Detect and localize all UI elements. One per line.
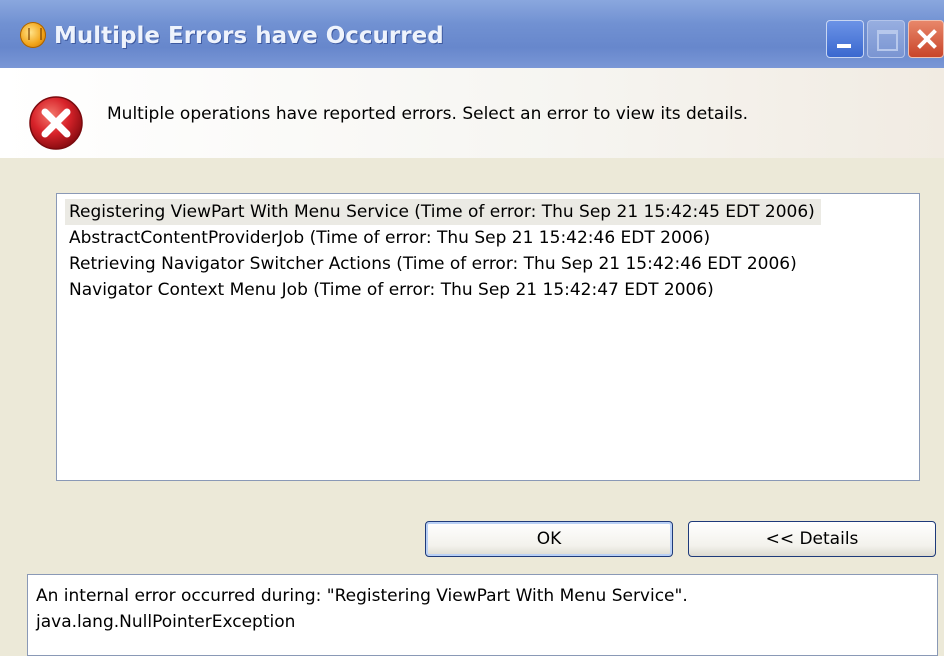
- error-list-item[interactable]: AbstractContentProviderJob (Time of erro…: [65, 225, 919, 251]
- maximize-button[interactable]: [867, 20, 905, 58]
- minimize-button[interactable]: [826, 20, 864, 58]
- error-icon: [29, 96, 83, 150]
- eclipse-icon: [20, 22, 46, 48]
- error-list-item[interactable]: Navigator Context Menu Job (Time of erro…: [65, 277, 919, 303]
- details-line: An internal error occurred during: "Regi…: [36, 586, 688, 606]
- error-list[interactable]: Registering ViewPart With Menu Service (…: [56, 193, 920, 481]
- window-title: Multiple Errors have Occurred: [54, 23, 444, 49]
- ok-button[interactable]: OK: [425, 521, 673, 557]
- error-details-text[interactable]: An internal error occurred during: "Regi…: [27, 574, 938, 656]
- details-toggle-button[interactable]: << Details: [688, 521, 936, 557]
- error-list-item[interactable]: Retrieving Navigator Switcher Actions (T…: [65, 251, 919, 277]
- error-list-item[interactable]: Registering ViewPart With Menu Service (…: [65, 199, 821, 225]
- details-line: java.lang.NullPointerException: [36, 612, 296, 632]
- title-bar[interactable]: Multiple Errors have Occurred: [0, 0, 944, 68]
- error-summary-message: Multiple operations have reported errors…: [107, 104, 749, 124]
- close-button[interactable]: [908, 20, 944, 58]
